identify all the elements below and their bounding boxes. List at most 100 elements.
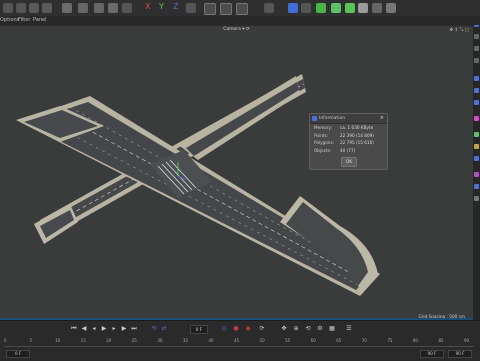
record-key-icon[interactable]: ◎ — [220, 324, 228, 333]
timeline-tick-label: 25 — [131, 338, 137, 343]
rotate-tool-icon[interactable] — [474, 58, 479, 63]
timeline-tick-label: 80 — [412, 338, 418, 343]
menu-panel[interactable]: Panel — [33, 16, 47, 25]
timeline-tick-label: 70 — [361, 338, 367, 343]
timeline-tick-label: 20 — [106, 338, 112, 343]
timeline-tick-label: 90 — [464, 338, 470, 343]
undo-icon[interactable] — [3, 3, 13, 13]
axis-mode-icon[interactable] — [474, 132, 479, 137]
record-icon[interactable]: ● — [232, 324, 240, 333]
info-key: Objects: — [314, 147, 332, 153]
timeline-tick-label: 45 — [234, 338, 240, 343]
end-frame-field[interactable]: 90 F — [448, 350, 472, 358]
go-start-icon[interactable]: ⏮ — [70, 324, 78, 333]
next-key-icon[interactable]: ▶ — [120, 324, 128, 333]
road-scene — [16, 74, 380, 296]
y-axis-toggle[interactable]: Y — [159, 2, 164, 11]
current-frame-field[interactable]: 0 F — [190, 325, 208, 334]
timeline-tick-label: 60 — [310, 338, 316, 343]
move-icon[interactable] — [42, 3, 52, 13]
ok-button[interactable]: OK — [341, 157, 357, 167]
x-axis-toggle[interactable]: X — [145, 2, 150, 11]
workplane-icon[interactable] — [474, 156, 479, 161]
environment-icon[interactable] — [345, 3, 355, 13]
cube-icon[interactable] — [288, 3, 298, 13]
timeline-scrubber[interactable] — [4, 346, 474, 350]
rotation-key-icon[interactable]: ⟲ — [304, 324, 312, 333]
brush-icon[interactable] — [108, 3, 118, 13]
points-mode-icon[interactable] — [474, 76, 479, 81]
z-axis-toggle[interactable]: Z — [173, 2, 178, 11]
info-row-memory: Memory: ca. 1 030 KByte — [310, 124, 387, 132]
pla-key-icon[interactable]: ▦ — [328, 324, 336, 333]
prev-key-icon[interactable]: ◀ — [80, 324, 88, 333]
keyframe-selection-icon[interactable]: ⟳ — [258, 324, 266, 333]
info-value: 22 390 (14 809) — [340, 132, 374, 138]
generator-icon[interactable] — [316, 3, 326, 13]
scale-key-icon[interactable]: ⊕ — [292, 324, 300, 333]
snapping-icon[interactable] — [474, 172, 479, 177]
camera-icon[interactable] — [372, 3, 382, 13]
field-icon[interactable] — [358, 3, 368, 13]
texture-mode-icon[interactable] — [474, 144, 479, 149]
close-icon[interactable]: × — [380, 114, 384, 123]
prev-frame-icon[interactable]: ◂ — [90, 324, 98, 333]
info-value: 40 (77) — [340, 147, 356, 153]
timeline-tick-label: 85 — [438, 338, 444, 343]
autokey-icon[interactable]: ◉ — [244, 324, 252, 333]
coordinate-icon[interactable] — [186, 3, 196, 13]
next-frame-icon[interactable]: ▸ — [110, 324, 118, 333]
scale-icon[interactable] — [94, 3, 104, 13]
3d-viewport[interactable]: Camera ▾ ⟳ ✥ ↕ ⤡ ▢ Grid Spacing: 500 cm — [0, 26, 473, 320]
info-row-points: Points: 22 390 (14 809) — [310, 132, 387, 140]
sculpt-icon[interactable] — [474, 184, 479, 189]
timeline-ticks: 0 5 10 15 20 25 30 35 40 45 50 55 60 65 70 75 80 85 90 — [4, 338, 474, 346]
timeline-tick-label: 30 — [157, 338, 163, 343]
timeline-tick-label: 0 — [4, 338, 7, 343]
parameter-key-icon[interactable]: ⚙ — [316, 324, 324, 333]
info-row-polygons: Polygons: 22 795 (15 616) — [310, 139, 387, 147]
redo-icon[interactable] — [16, 3, 26, 13]
timeline-menu-icon[interactable]: ☰ — [345, 324, 353, 333]
uv-mode-icon[interactable] — [474, 116, 479, 121]
min-frame-field[interactable]: 90 F — [420, 350, 444, 358]
dialog-header: Information × — [310, 114, 387, 124]
timeline-tick-label: 75 — [387, 338, 393, 343]
position-key-icon[interactable]: ✥ — [280, 324, 288, 333]
timeline-tick-label: 65 — [336, 338, 342, 343]
viewport-menubar: Options Filter Panel — [0, 16, 480, 25]
info-key: Memory: — [314, 125, 333, 130]
timeline-tick-label: 55 — [285, 338, 291, 343]
grid-icon[interactable] — [122, 3, 132, 13]
polygons-mode-icon[interactable] — [474, 100, 479, 105]
play-icon[interactable]: ▶ — [100, 324, 108, 333]
go-end-icon[interactable]: ⏭ — [130, 324, 138, 333]
render-settings-icon[interactable] — [236, 3, 248, 15]
deformer-icon[interactable] — [331, 3, 341, 13]
sync-icon[interactable]: ⇄ — [160, 324, 168, 333]
road-bottom-left — [34, 204, 78, 244]
select-icon[interactable] — [29, 3, 39, 13]
move-tool-icon[interactable] — [474, 34, 479, 39]
info-value: 22 795 (15 616) — [340, 140, 374, 145]
render-view-icon[interactable] — [220, 3, 232, 15]
start-frame-field[interactable]: 0 F — [6, 350, 30, 358]
snap-icon[interactable] — [62, 3, 72, 13]
light-icon[interactable] — [264, 3, 274, 13]
light-object-icon[interactable] — [386, 3, 396, 13]
rotate-icon[interactable] — [78, 3, 88, 13]
info-row-objects: Objects: 40 (77) — [310, 147, 387, 155]
info-key: Points: — [314, 132, 328, 138]
scale-tool-icon[interactable] — [474, 46, 479, 51]
timeline-tick-label: 10 — [55, 338, 61, 343]
edges-mode-icon[interactable] — [474, 88, 479, 93]
render-region-icon[interactable] — [204, 3, 216, 15]
menu-filter[interactable]: Filter — [18, 16, 30, 25]
timeline-tick-label: 15 — [80, 338, 86, 343]
timeline-tick-label: 35 — [182, 338, 188, 343]
paint-icon[interactable] — [474, 196, 479, 201]
main-toolbar: X Y Z — [0, 0, 480, 17]
pen-icon[interactable] — [301, 3, 311, 13]
menu-options[interactable]: Options — [0, 16, 19, 25]
loop-icon[interactable]: ⟲ — [150, 324, 158, 333]
